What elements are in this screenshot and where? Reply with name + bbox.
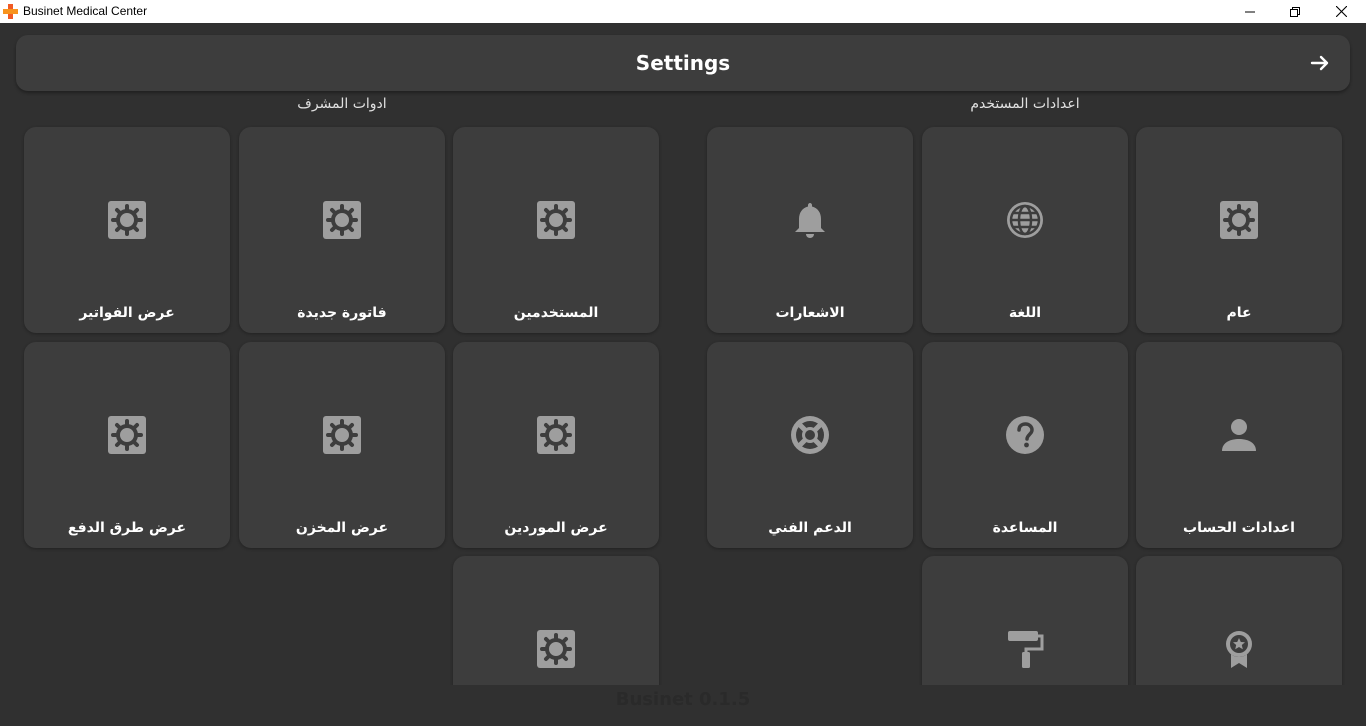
card-label: عرض الموردين bbox=[504, 520, 608, 536]
card-theme[interactable] bbox=[922, 556, 1128, 685]
card-label: اعدادات الحساب bbox=[1183, 520, 1295, 536]
card-language[interactable]: اللغة bbox=[922, 127, 1128, 333]
card-label: المساعدة bbox=[992, 520, 1058, 536]
gear-icon bbox=[108, 416, 146, 454]
card-users[interactable]: المستخدمين bbox=[453, 127, 659, 333]
card-new-invoice[interactable]: فاتورة جديدة bbox=[239, 127, 445, 333]
card-label: عام bbox=[1226, 305, 1252, 321]
gear-icon bbox=[323, 201, 361, 239]
card-label: الاشعارات bbox=[775, 305, 845, 321]
card-technical-support[interactable]: الدعم الفني bbox=[707, 342, 913, 548]
card-award[interactable] bbox=[1136, 556, 1342, 685]
lifebuoy-icon bbox=[791, 416, 829, 454]
card-account-settings[interactable]: اعدادات الحساب bbox=[1136, 342, 1342, 548]
paint-roller-icon bbox=[1008, 631, 1044, 668]
card-label: اللغة bbox=[1008, 305, 1042, 321]
card-label: عرض الفواتير bbox=[79, 305, 175, 321]
gear-icon bbox=[1220, 201, 1258, 239]
card-label: عرض المخزن bbox=[295, 520, 389, 536]
gear-icon bbox=[537, 416, 575, 454]
card-notifications[interactable]: الاشعارات bbox=[707, 127, 913, 333]
award-icon bbox=[1226, 631, 1252, 668]
help-icon bbox=[1006, 416, 1044, 454]
settings-grid: عام اللغة الاشعارات اعدادات الحساب المسا… bbox=[0, 0, 1366, 685]
card-general[interactable]: عام bbox=[1136, 127, 1342, 333]
gear-icon bbox=[108, 201, 146, 239]
card-label: المستخدمين bbox=[513, 305, 599, 321]
card-view-suppliers[interactable]: عرض الموردين bbox=[453, 342, 659, 548]
card-admin-extra[interactable] bbox=[453, 556, 659, 685]
bell-icon bbox=[795, 203, 825, 238]
gear-icon bbox=[537, 630, 575, 668]
card-label: فاتورة جديدة bbox=[297, 305, 387, 321]
card-view-payment-methods[interactable]: عرض طرق الدفع bbox=[24, 342, 230, 548]
gear-icon bbox=[537, 201, 575, 239]
app-version: Businet 0.1.5 bbox=[615, 689, 751, 710]
person-icon bbox=[1222, 419, 1256, 451]
card-view-warehouse[interactable]: عرض المخزن bbox=[239, 342, 445, 548]
globe-icon bbox=[1007, 202, 1043, 238]
card-view-invoices[interactable]: عرض الفواتير bbox=[24, 127, 230, 333]
card-label: الدعم الفني bbox=[768, 520, 852, 536]
gear-icon bbox=[323, 416, 361, 454]
card-label: عرض طرق الدفع bbox=[67, 520, 187, 536]
card-help[interactable]: المساعدة bbox=[922, 342, 1128, 548]
